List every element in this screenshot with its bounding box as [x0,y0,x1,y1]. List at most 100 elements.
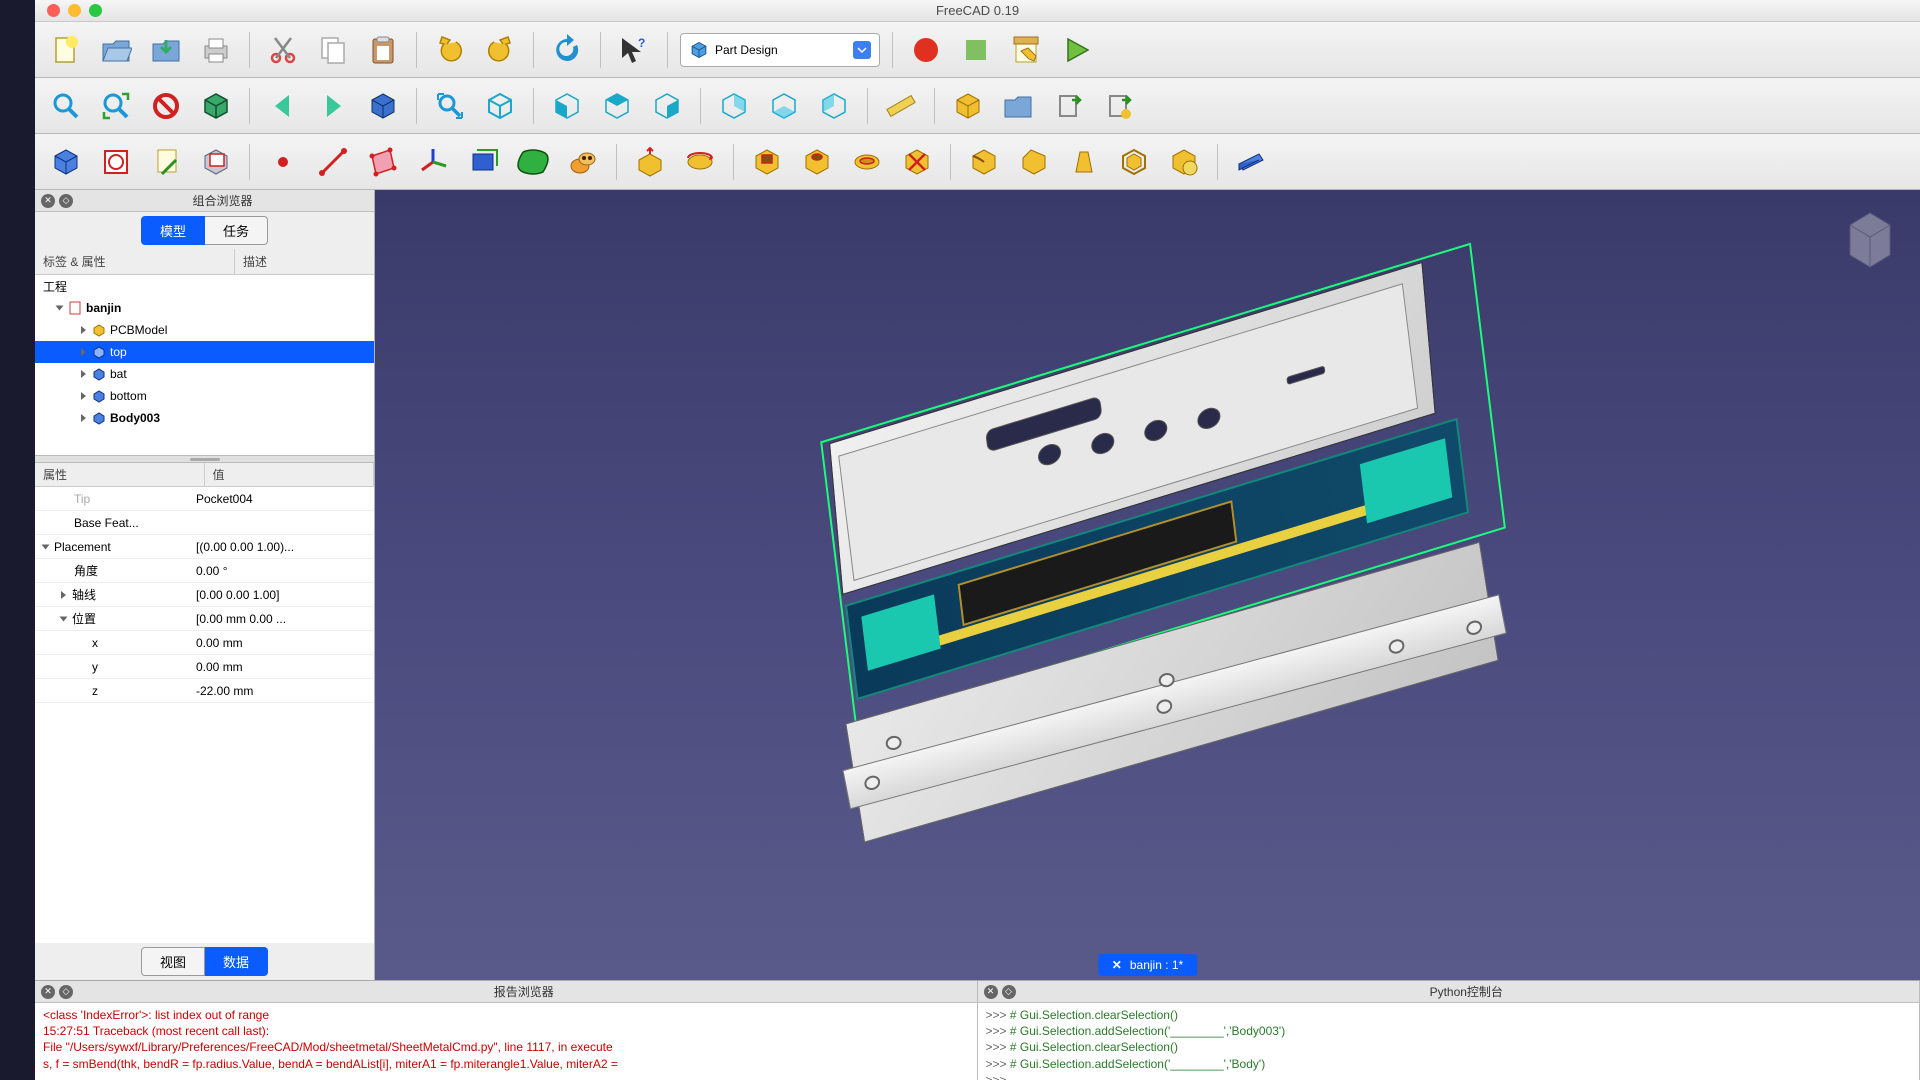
python-content[interactable]: >>> # Gui.Selection.clearSelection()>>> … [978,1003,1920,1080]
prop-value[interactable]: -22.00 mm [190,684,374,698]
window-close-icon[interactable] [47,4,60,17]
fit-all-button[interactable] [45,85,87,127]
macro-stop-button[interactable] [955,29,997,71]
axonometric-button[interactable] [479,85,521,127]
view-bottom-button[interactable] [763,85,805,127]
splitter[interactable] [35,455,374,463]
draft-button[interactable] [1063,141,1105,183]
shape-binder-button[interactable] [462,141,504,183]
undo-button[interactable] [429,29,471,71]
tab-view[interactable]: 视图 [141,947,205,976]
property-row[interactable]: 轴线[0.00 0.00 1.00] [35,583,374,607]
property-row[interactable]: z-22.00 mm [35,679,374,703]
datum-cs-button[interactable] [412,141,454,183]
boolean-button[interactable] [1163,141,1205,183]
report-close-button[interactable]: ✕ [41,985,55,999]
model-tree[interactable]: 工程 banjinPCBModeltopbatbottomBody003 [35,275,374,455]
prop-value[interactable]: [0.00 mm 0.00 ... [190,612,374,626]
cut-button[interactable] [262,29,304,71]
expand-icon[interactable] [42,544,50,549]
create-body-button[interactable] [45,141,87,183]
tab-model[interactable]: 模型 [141,216,205,245]
clone-button[interactable] [562,141,604,183]
macro-edit-button[interactable] [1005,29,1047,71]
panel-close-button[interactable]: ✕ [41,194,55,208]
report-content[interactable]: <class 'IndexError'>: list index out of … [35,1003,977,1080]
paste-button[interactable] [362,29,404,71]
prop-value[interactable]: 0.00 mm [190,660,374,674]
new-file-button[interactable] [45,29,87,71]
print-button[interactable] [195,29,237,71]
create-sketch-button[interactable] [95,141,137,183]
datum-line-button[interactable] [312,141,354,183]
draw-style-button[interactable] [145,85,187,127]
fit-selection-button[interactable] [95,85,137,127]
prop-value[interactable]: 0.00 mm [190,636,374,650]
property-grid[interactable]: TipPocket004Base Feat...Placement[(0.00 … [35,487,374,943]
chamfer-button[interactable] [1013,141,1055,183]
edit-sketch-button[interactable] [145,141,187,183]
pocket-button[interactable] [746,141,788,183]
expand-icon[interactable] [56,306,64,311]
prop-value[interactable]: 0.00 ° [190,564,374,578]
copy-button[interactable] [312,29,354,71]
open-file-button[interactable] [95,29,137,71]
thickness-button[interactable] [1113,141,1155,183]
whatsthis-button[interactable]: ? [613,29,655,71]
view-right-button[interactable] [646,85,688,127]
tree-item-bottom[interactable]: bottom [35,385,374,407]
property-row[interactable]: y0.00 mm [35,655,374,679]
isometric-view-button[interactable] [362,85,404,127]
bounding-box-button[interactable] [195,85,237,127]
close-tab-icon[interactable]: ✕ [1112,958,1122,972]
property-row[interactable]: 角度0.00 ° [35,559,374,583]
property-row[interactable]: Placement[(0.00 0.00 1.00)... [35,535,374,559]
expand-icon[interactable] [81,414,86,422]
expand-icon[interactable] [60,616,68,621]
view-rear-button[interactable] [713,85,755,127]
pad-button[interactable] [629,141,671,183]
window-zoom-icon[interactable] [89,4,102,17]
panel-undock-button[interactable]: ◇ [59,194,73,208]
tree-item-Body003[interactable]: Body003 [35,407,374,429]
expand-icon[interactable] [81,392,86,400]
tree-item-banjin[interactable]: banjin [35,297,374,319]
workbench-selector[interactable]: Part Design [680,33,880,67]
link-make-button[interactable] [1047,85,1089,127]
navigation-cube[interactable] [1830,200,1910,280]
zoom-fit-button[interactable] [429,85,471,127]
view-left-button[interactable] [813,85,855,127]
map-sketch-button[interactable] [195,141,237,183]
expand-icon[interactable] [81,348,86,356]
view-front-button[interactable] [546,85,588,127]
prop-value[interactable]: [(0.00 0.00 1.00)... [190,540,374,554]
property-row[interactable]: 位置[0.00 mm 0.00 ... [35,607,374,631]
tree-item-top[interactable]: top [35,341,374,363]
sub-shape-binder-button[interactable] [512,141,554,183]
groove-button[interactable] [846,141,888,183]
save-button[interactable] [145,29,187,71]
python-undock-button[interactable]: ◇ [1002,985,1016,999]
macro-run-button[interactable] [1055,29,1097,71]
subtractive-button[interactable] [896,141,938,183]
property-row[interactable]: TipPocket004 [35,487,374,511]
sheetmetal-base-button[interactable] [1230,141,1272,183]
document-tab[interactable]: ✕ banjin : 1* [1098,954,1197,976]
hole-button[interactable] [796,141,838,183]
datum-point-button[interactable] [262,141,304,183]
fillet-button[interactable] [963,141,1005,183]
property-row[interactable]: x0.00 mm [35,631,374,655]
view-top-button[interactable] [596,85,638,127]
window-minimize-icon[interactable] [68,4,81,17]
property-row[interactable]: Base Feat... [35,511,374,535]
prop-value[interactable]: [0.00 0.00 1.00] [190,588,374,602]
3d-viewport[interactable]: ✕ banjin : 1* [375,190,1920,980]
redo-button[interactable] [479,29,521,71]
tree-item-bat[interactable]: bat [35,363,374,385]
part-button[interactable] [947,85,989,127]
macro-record-button[interactable] [905,29,947,71]
tree-item-PCBModel[interactable]: PCBModel [35,319,374,341]
expand-icon[interactable] [81,326,86,334]
expand-icon[interactable] [81,370,86,378]
python-close-button[interactable]: ✕ [984,985,998,999]
